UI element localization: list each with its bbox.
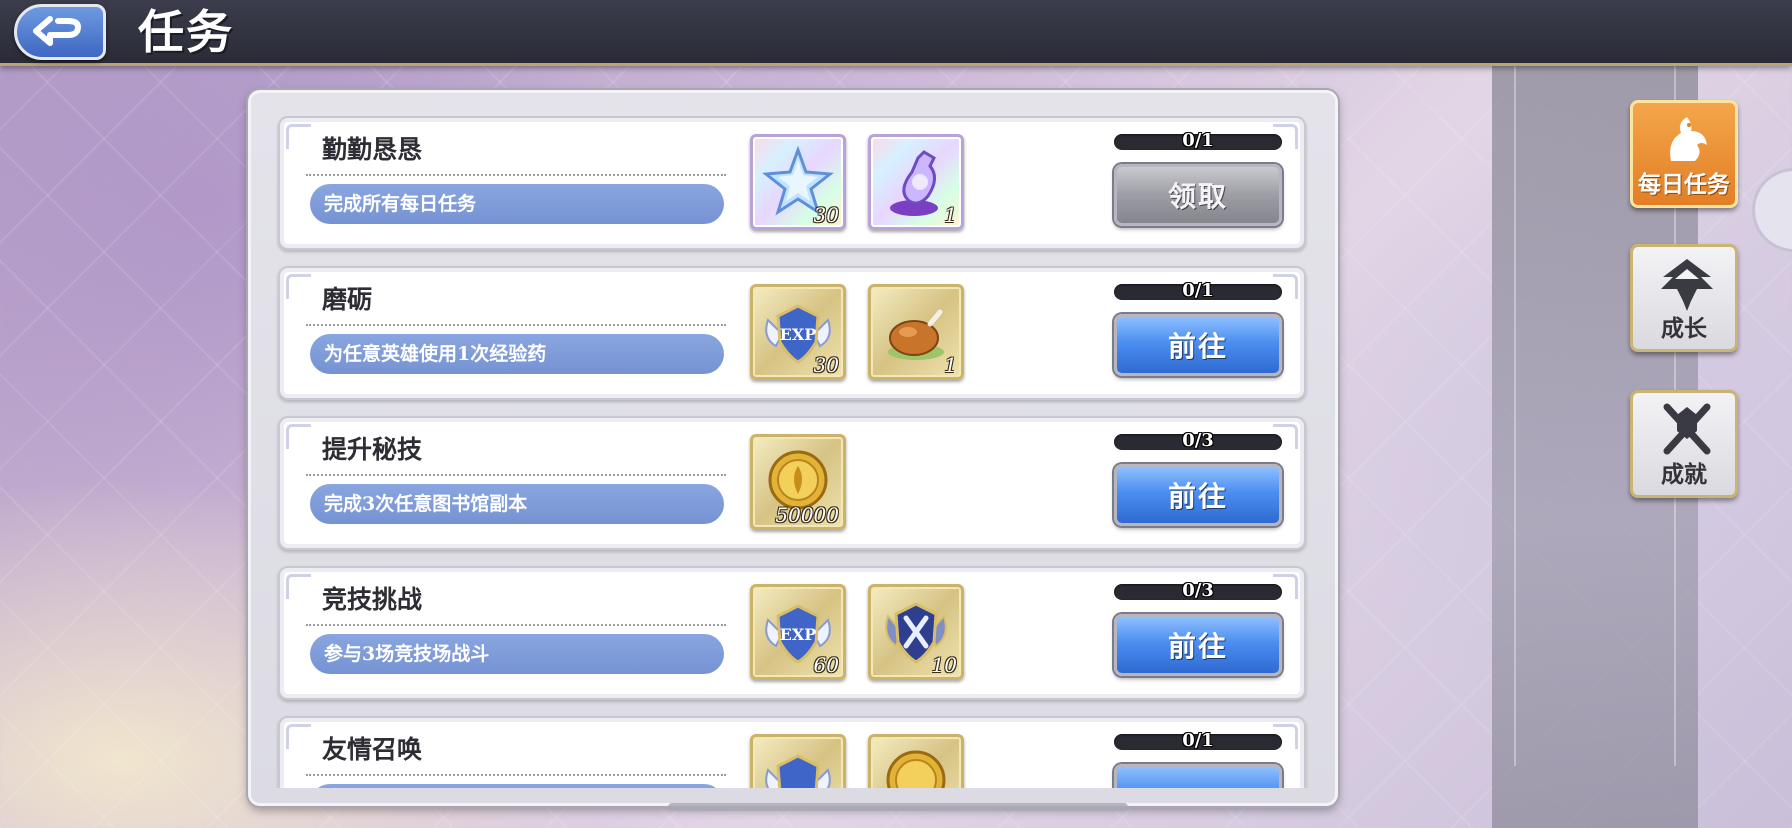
- progress-bar: 0/3: [1114, 580, 1282, 601]
- svg-text:EXP: EXP: [780, 625, 817, 644]
- task-row: 勤勤恳恳 完成所有每日任务 30 1 0/1 领取: [278, 116, 1306, 250]
- task-row: 磨砺 为任意英雄使用1次经验药 EXP 30 1 0/1 前往: [278, 266, 1306, 400]
- reward-item[interactable]: 10: [868, 584, 964, 680]
- reward-quantity: 10: [931, 653, 957, 677]
- go-button[interactable]: 前往: [1114, 614, 1282, 676]
- task-row: 提升秘技 完成3次任意图书馆副本 50000 0/3 前往: [278, 416, 1306, 550]
- reward-item[interactable]: 30: [750, 134, 846, 230]
- go-button[interactable]: 前往: [1114, 464, 1282, 526]
- progress-text: 0/1: [1182, 730, 1214, 751]
- task-list[interactable]: 勤勤恳恳 完成所有每日任务 30 1 0/1 领取 磨砺 为任意英雄使用1次经验…: [276, 116, 1310, 788]
- roast-chicken-icon: [888, 309, 944, 360]
- page-title: 任务: [138, 5, 234, 59]
- tab-label: 成就: [1661, 462, 1707, 488]
- reward-quantity: 60: [813, 653, 839, 677]
- top-bar: 任务: [0, 0, 1792, 66]
- progress-text: 0/3: [1182, 430, 1214, 451]
- progress-bar: 0/1: [1114, 730, 1282, 751]
- task-divider: [306, 324, 726, 326]
- task-description: 完成3次任意图书馆副本: [310, 484, 724, 524]
- task-description: 参与3场竞技场战斗: [310, 634, 724, 674]
- potion-bottle-icon: [890, 150, 938, 216]
- go-button[interactable]: 前往: [1114, 314, 1282, 376]
- achievement-crossed-swords-icon: [1663, 403, 1711, 455]
- back-button[interactable]: [14, 4, 106, 60]
- task-row: 友情召唤 0/1: [278, 716, 1306, 788]
- progress-text: 0/1: [1182, 130, 1214, 151]
- go-button[interactable]: [1114, 764, 1282, 788]
- task-title: 提升秘技: [322, 435, 423, 464]
- svg-text:EXP: EXP: [780, 325, 817, 344]
- tab-daily-tasks[interactable]: 每日任务: [1630, 100, 1738, 208]
- task-row: 竞技挑战 参与3场竞技场战斗 EXP 60 10 0/3 前往: [278, 566, 1306, 700]
- reward-item[interactable]: EXP 60: [750, 584, 846, 680]
- reward-item[interactable]: EXP 30: [750, 284, 846, 380]
- task-title: 竞技挑战: [322, 585, 423, 614]
- reward-quantity: 1: [944, 353, 957, 377]
- tab-label: 成长: [1661, 316, 1707, 342]
- reward-item[interactable]: 50000: [750, 434, 846, 530]
- task-divider: [306, 774, 726, 776]
- progress-bar: 0/1: [1114, 280, 1282, 301]
- task-title: 友情召唤: [322, 735, 423, 764]
- growth-tree-icon: [1661, 259, 1713, 311]
- progress-text: 0/3: [1182, 580, 1214, 601]
- claim-button[interactable]: 领取: [1114, 164, 1282, 226]
- tab-achievements[interactable]: 成就: [1630, 390, 1738, 498]
- progress-bar: 0/1: [1114, 130, 1282, 151]
- task-title: 勤勤恳恳: [322, 135, 423, 164]
- reward-quantity: 30: [813, 203, 839, 227]
- progress-bar: 0/3: [1114, 430, 1282, 451]
- task-description: 为任意英雄使用1次经验药: [310, 334, 724, 374]
- exp-shield-icon: [765, 754, 831, 788]
- reward-quantity: 50000: [775, 503, 839, 527]
- reward-item[interactable]: [750, 734, 846, 788]
- task-description: 完成所有每日任务: [310, 184, 724, 224]
- task-divider: [306, 474, 726, 476]
- scroll-indicator[interactable]: [668, 803, 1128, 811]
- gold-coin-icon: [886, 750, 946, 788]
- reward-item[interactable]: 1: [868, 284, 964, 380]
- tab-growth[interactable]: 成长: [1630, 244, 1738, 352]
- daily-dragon-icon: [1670, 117, 1707, 161]
- tab-label: 每日任务: [1638, 172, 1730, 198]
- back-arrow-icon: [33, 16, 81, 46]
- reward-quantity: 1: [944, 203, 957, 227]
- task-title: 磨砺: [322, 285, 373, 314]
- task-description: [310, 784, 724, 788]
- reward-quantity: 30: [813, 353, 839, 377]
- reward-item[interactable]: 1: [868, 134, 964, 230]
- reward-item[interactable]: [868, 734, 964, 788]
- task-divider: [306, 624, 726, 626]
- progress-text: 0/1: [1182, 280, 1214, 301]
- task-divider: [306, 174, 726, 176]
